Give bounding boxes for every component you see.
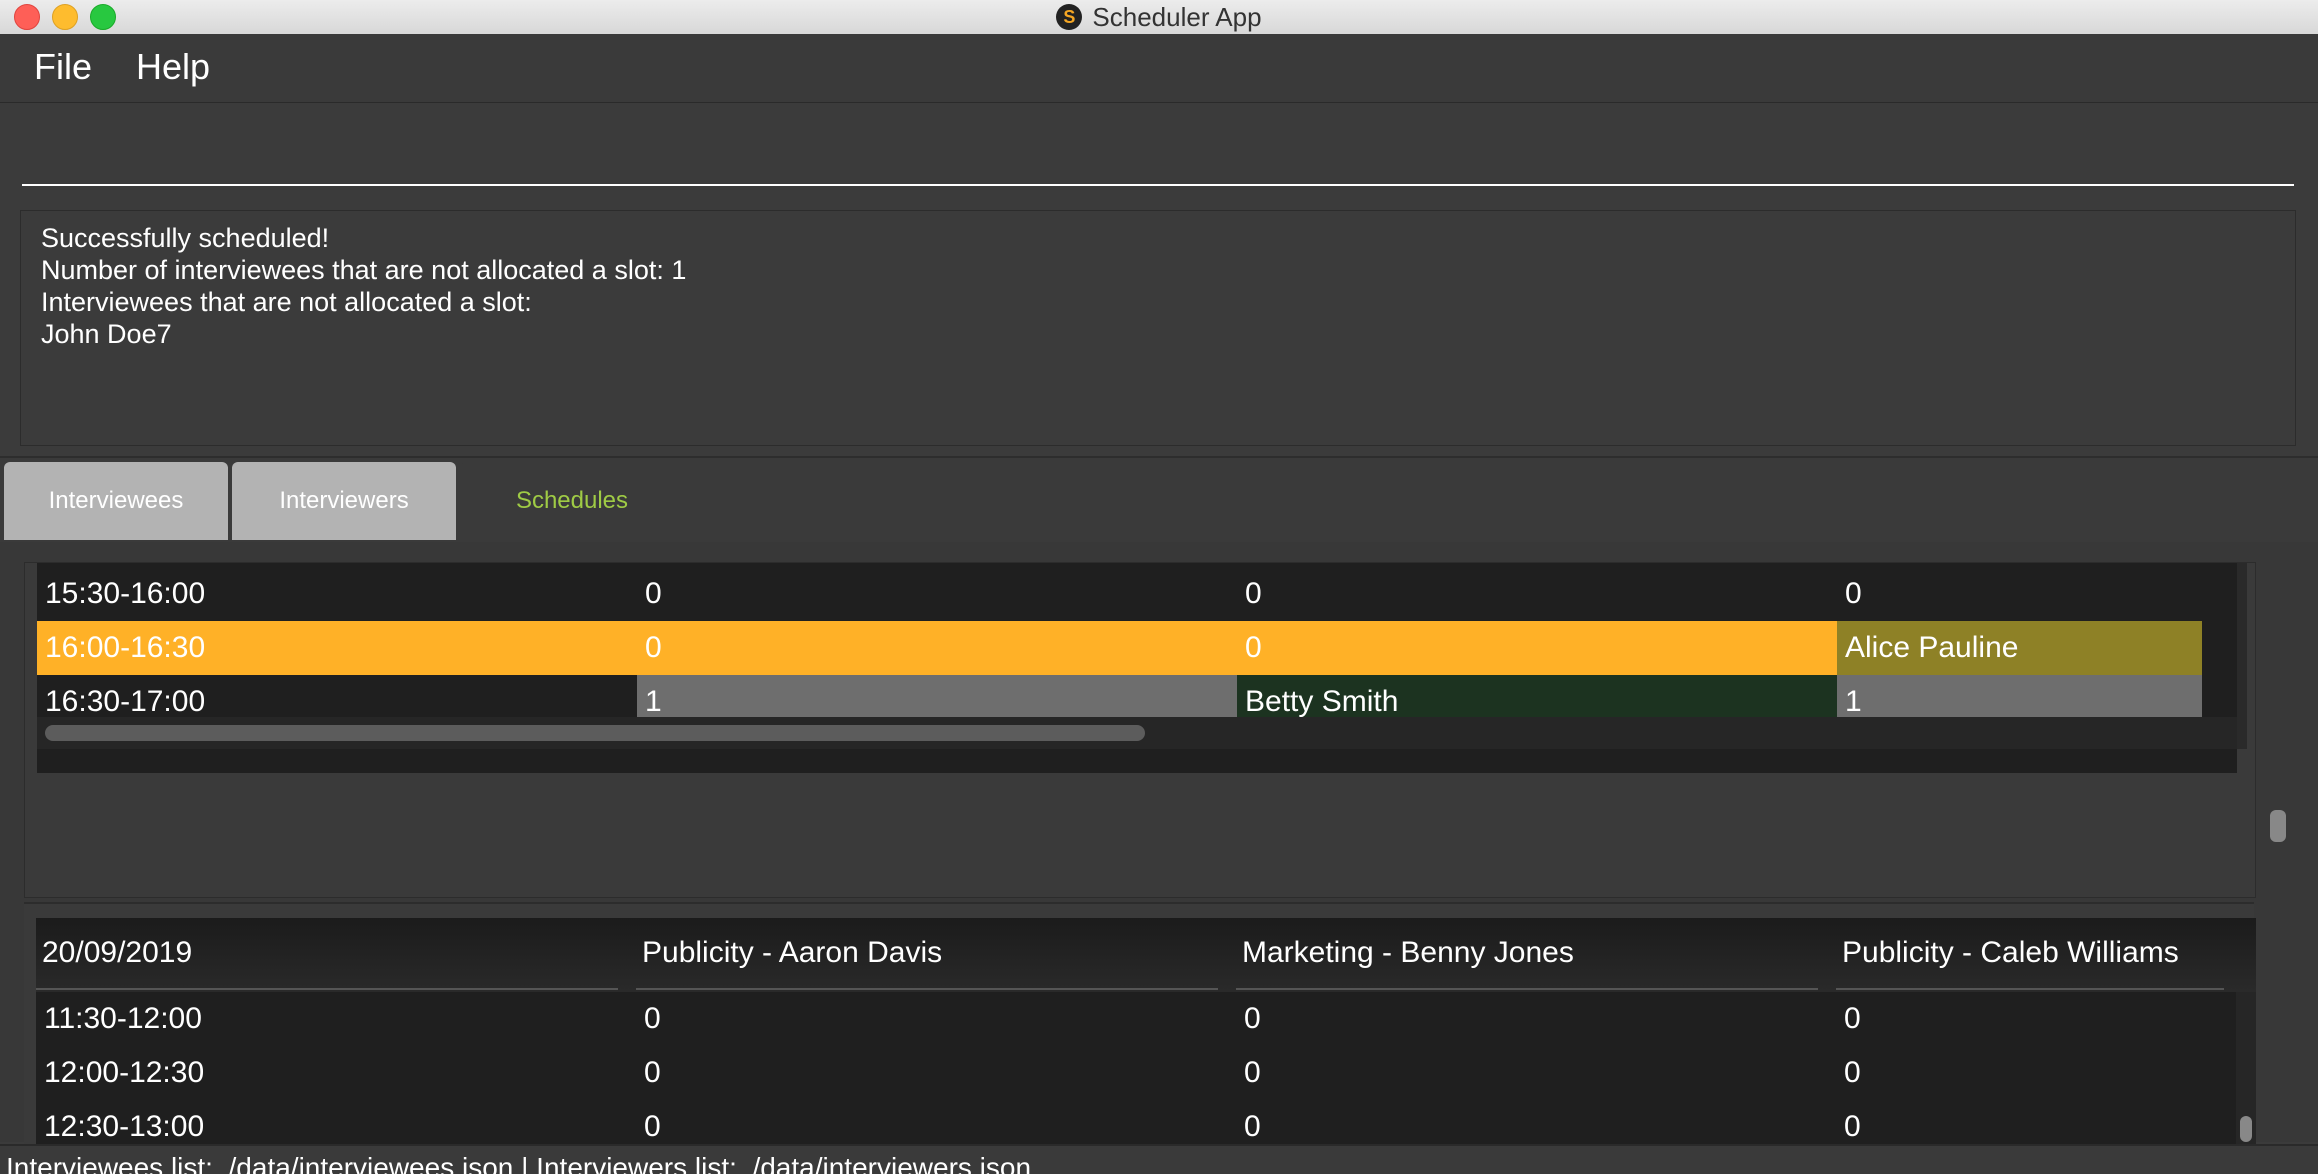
table-row[interactable]: 12:30-13:00 0 0 0 [36, 1100, 2216, 1144]
allocated-slot-cell: Alice Pauline [1837, 621, 2202, 675]
command-input[interactable] [22, 118, 2298, 186]
schedule-table-bottom: 20/09/2019 Publicity - Aaron Davis Marke… [36, 918, 2256, 1144]
window-title: S Scheduler App [0, 0, 2318, 34]
table-row[interactable]: 15:30-16:00 0 0 0 [37, 567, 2237, 621]
result-line: Number of interviewees that are not allo… [41, 255, 687, 285]
slot-cell: 0 [1244, 1056, 1261, 1089]
table-row[interactable]: 16:30-17:00 1 Betty Smith 1 [37, 675, 2202, 717]
tab-interviewees[interactable]: Interviewees [4, 462, 228, 540]
horizontal-scrollbar[interactable] [37, 717, 2237, 749]
result-line: John Doe7 [41, 319, 172, 349]
horizontal-scrollbar-thumb[interactable] [45, 725, 1145, 741]
time-slot-cell: 11:30-12:00 [44, 1002, 202, 1035]
slot-cell: 0 [1844, 1110, 1861, 1143]
slot-cell: 0 [1844, 1056, 1861, 1089]
title-bar: S Scheduler App [0, 0, 2318, 35]
time-slot-cell: 12:30-13:00 [44, 1110, 205, 1143]
allocated-slot-cell: Betty Smith [1237, 675, 1837, 717]
outer-vertical-scrollbar-thumb[interactable] [2270, 810, 2286, 842]
table-row[interactable]: 11:30-12:00 0 0 0 [36, 992, 2216, 1046]
slot-cell: 0 [644, 1002, 661, 1035]
tab-interviewers[interactable]: Interviewers [232, 462, 456, 540]
schedule-table-top-viewport: 15:30-16:00 0 0 0 16:00-16:30 0 0 Alice … [37, 563, 2237, 717]
column-header-date[interactable]: 20/09/2019 [36, 918, 618, 990]
slot-cell: 0 [645, 577, 662, 610]
schedules-pane: 15:30-16:00 0 0 0 16:00-16:30 0 0 Alice … [0, 542, 2318, 1144]
column-header[interactable]: Marketing - Benny Jones [1236, 918, 1818, 990]
schedule-card-bottom: 20/09/2019 Publicity - Aaron Davis Marke… [24, 902, 2256, 1144]
tab-schedules[interactable]: Schedules [460, 462, 684, 540]
time-slot-cell: 12:00-12:30 [44, 1056, 205, 1089]
schedule-table-top: 15:30-16:00 0 0 0 16:00-16:30 0 0 Alice … [37, 563, 2247, 773]
table-row-selected[interactable]: 16:00-16:30 0 0 Alice Pauline [37, 621, 2202, 675]
slot-cell: 0 [644, 1110, 661, 1143]
slot-cell: 1 [1837, 675, 2202, 717]
table-row[interactable]: 12:00-12:30 0 0 0 [36, 1046, 2216, 1100]
slot-cell: 1 [637, 675, 1237, 717]
slot-cell: 0 [645, 631, 662, 664]
vertical-scrollbar-track[interactable] [2236, 992, 2256, 1144]
result-line: Interviewees that are not allocated a sl… [41, 287, 532, 317]
slot-cell: 0 [1844, 1002, 1861, 1035]
app-logo-icon: S [1056, 4, 1083, 30]
slot-cell: 0 [1845, 577, 1862, 610]
vertical-scrollbar-thumb[interactable] [2240, 1116, 2252, 1142]
schedule-card-top: 15:30-16:00 0 0 0 16:00-16:30 0 0 Alice … [24, 562, 2256, 898]
table-header: 20/09/2019 Publicity - Aaron Davis Marke… [36, 918, 2256, 992]
slot-cell: 0 [644, 1056, 661, 1089]
time-slot-cell: 16:30-17:00 [45, 685, 206, 717]
slot-cell: 0 [1245, 577, 1262, 610]
slot-cell: 0 [1244, 1002, 1261, 1035]
result-line: Successfully scheduled! [41, 223, 330, 253]
command-box [22, 118, 2298, 186]
menu-file[interactable]: File [34, 46, 92, 88]
slot-cell: 0 [1245, 631, 1262, 664]
time-slot-cell: 16:00-16:30 [45, 631, 206, 664]
menu-help[interactable]: Help [136, 46, 210, 88]
column-header[interactable]: Publicity - Aaron Davis [636, 918, 1218, 990]
menu-bar: File Help [0, 34, 2318, 103]
column-header[interactable]: Publicity - Caleb Williams [1836, 918, 2224, 990]
tab-bar: Interviewees Interviewers Schedules [0, 456, 2318, 544]
vertical-scrollbar-track[interactable] [2237, 563, 2247, 749]
schedule-table-bottom-viewport: 11:30-12:00 0 0 0 12:00-12:30 0 0 0 12:3… [36, 992, 2236, 1144]
window-title-text: Scheduler App [1092, 1, 1262, 32]
slot-cell: 0 [1244, 1110, 1261, 1143]
status-bar: Interviewees list: ./data/interviewees.j… [0, 1144, 2318, 1174]
result-display: Successfully scheduled! Number of interv… [20, 210, 2296, 446]
time-slot-cell: 15:30-16:00 [45, 577, 206, 610]
